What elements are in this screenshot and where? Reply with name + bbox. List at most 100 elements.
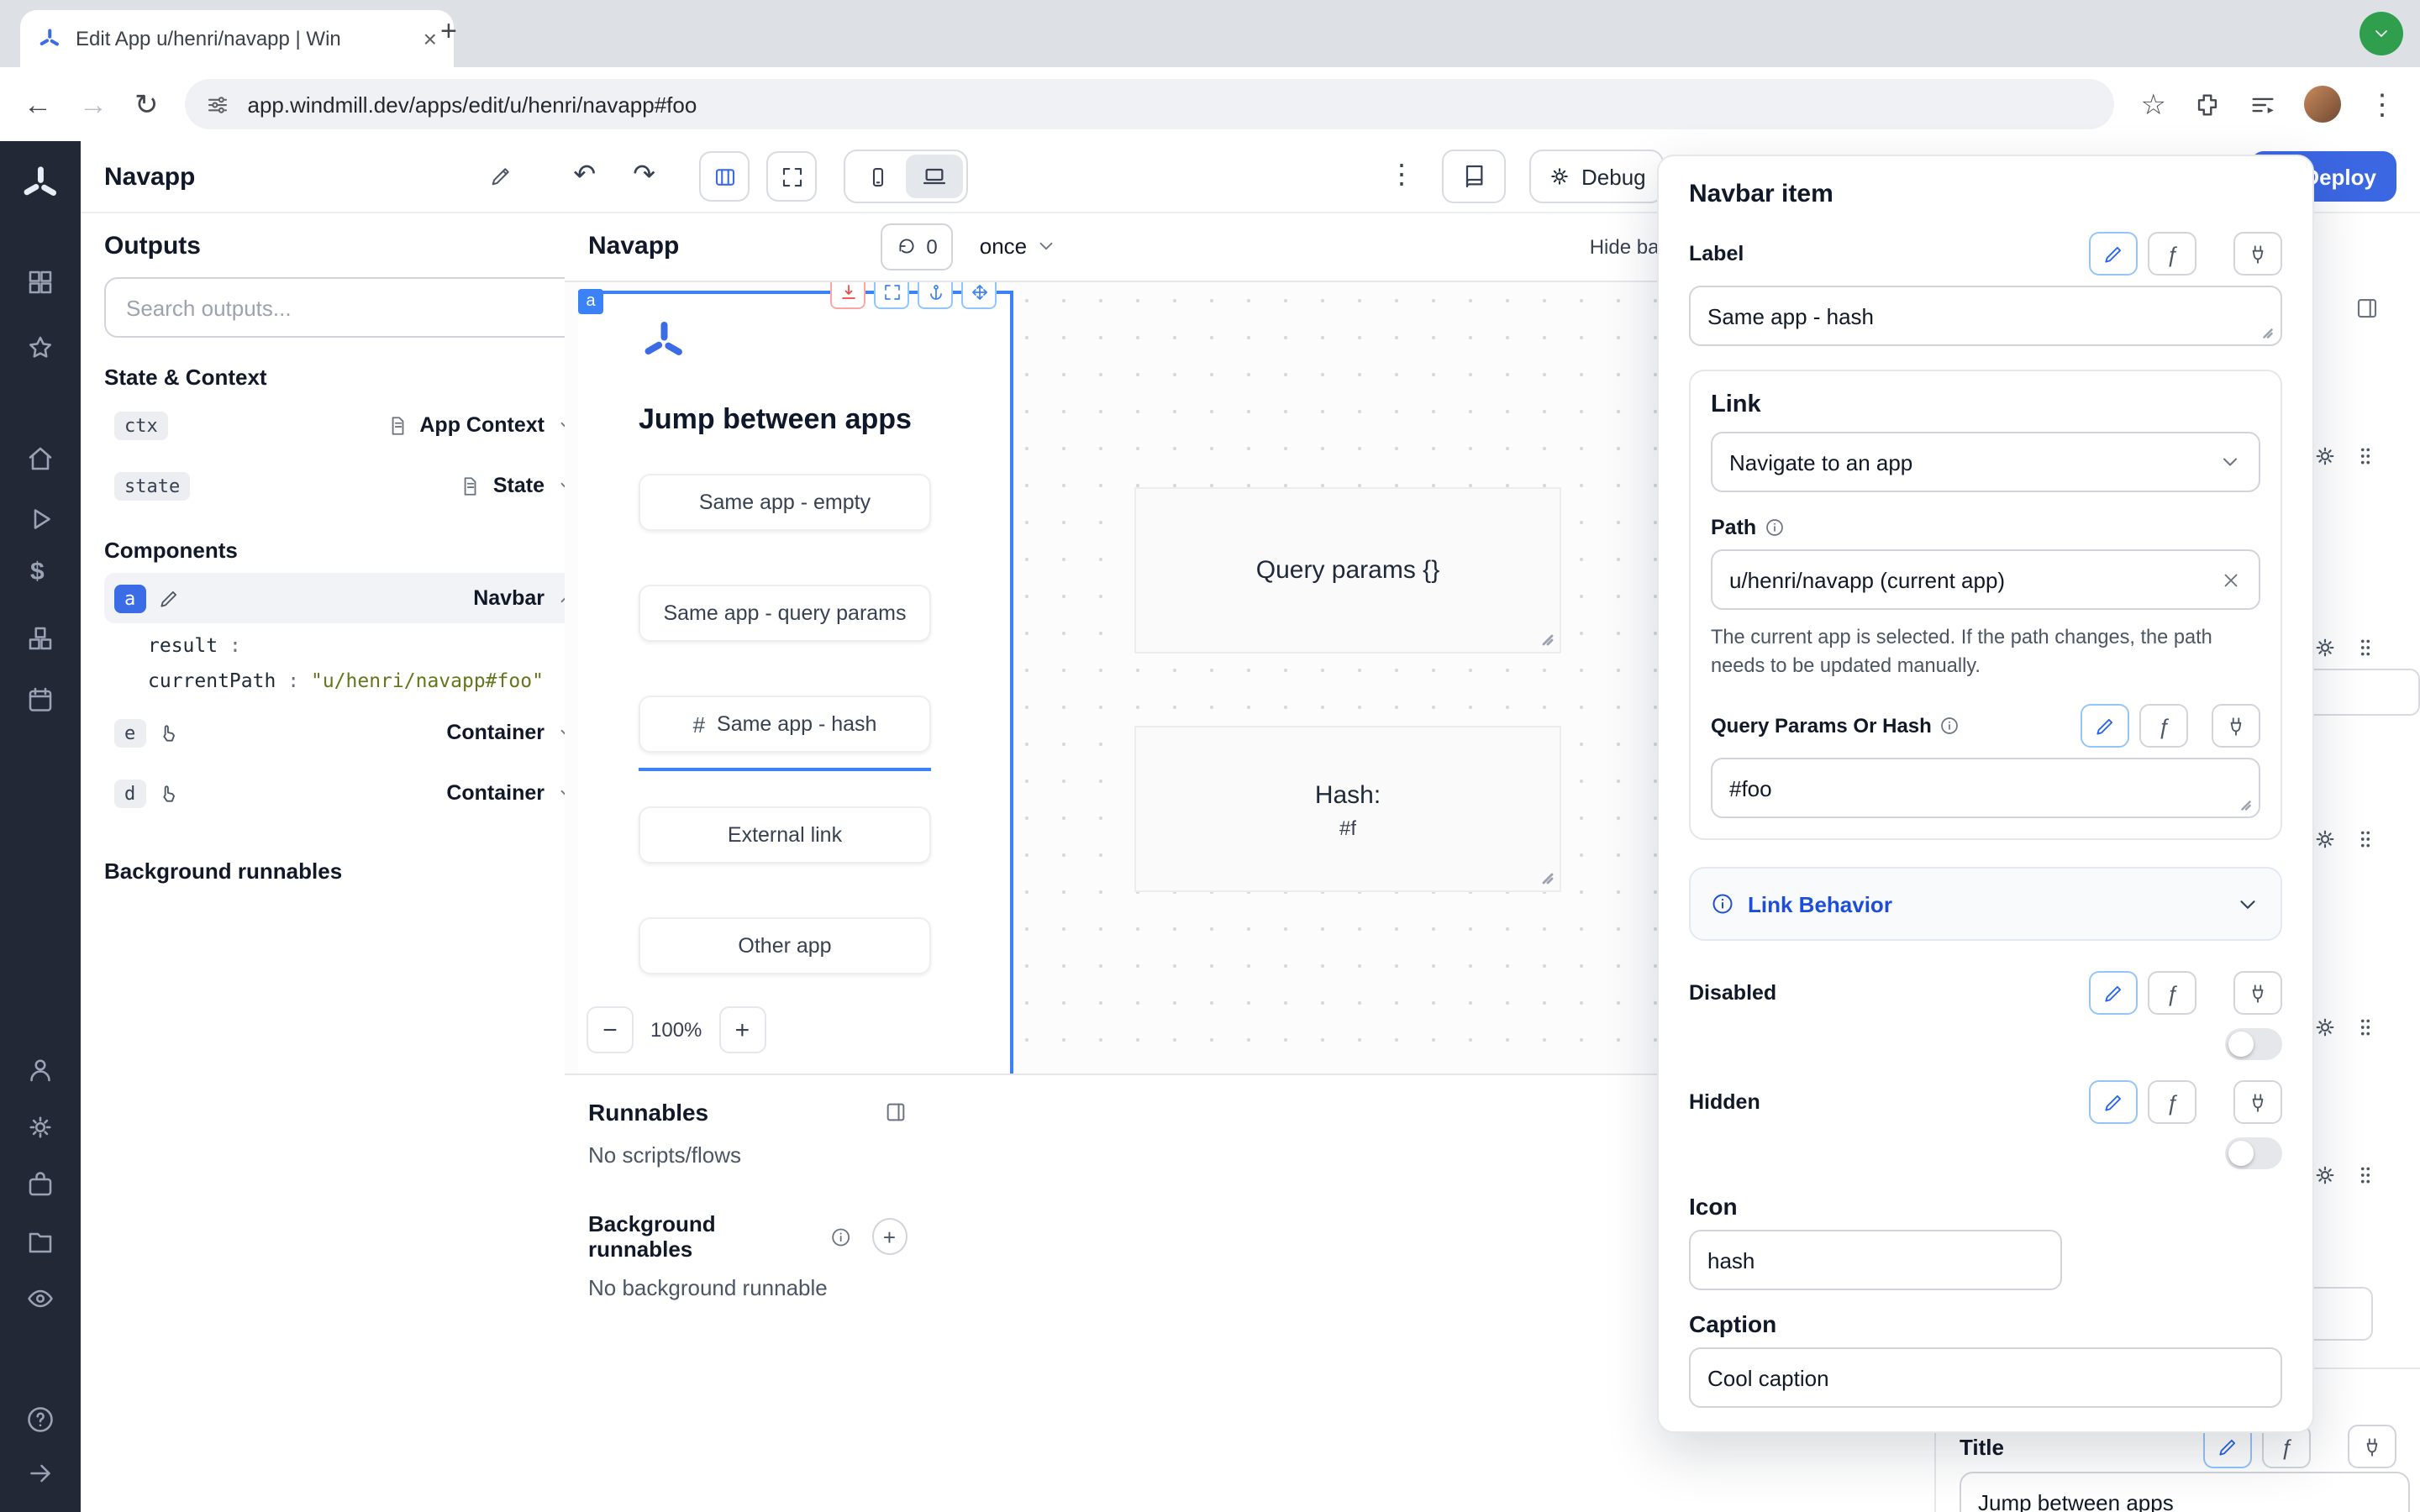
- new-tab-button[interactable]: +: [440, 15, 457, 49]
- drag-handle-icon[interactable]: [2354, 1164, 2376, 1186]
- nav-item-empty[interactable]: Same app - empty: [639, 474, 931, 531]
- url-input[interactable]: app.windmill.dev/apps/edit/u/henri/navap…: [186, 79, 2114, 129]
- favorites-star-icon[interactable]: [25, 333, 55, 363]
- settings-gear-icon[interactable]: [2312, 635, 2338, 660]
- bookmark-star-icon[interactable]: ☆: [2141, 90, 2167, 118]
- result-line[interactable]: result :: [148, 628, 588, 663]
- help-icon[interactable]: [25, 1404, 55, 1435]
- debug-button[interactable]: Debug: [1529, 150, 1665, 203]
- hidden-toggle[interactable]: [2225, 1137, 2282, 1169]
- path-input[interactable]: u/henri/navapp (current app): [1711, 549, 2260, 610]
- static-edit-button[interactable]: [2089, 1080, 2138, 1124]
- static-edit-button[interactable]: [2089, 232, 2138, 276]
- nav-item-other-app[interactable]: Other app: [639, 917, 931, 974]
- windmill-logo[interactable]: [18, 163, 62, 207]
- drag-handle-icon[interactable]: [2354, 828, 2376, 850]
- refresh-control[interactable]: 0: [881, 223, 952, 270]
- zoom-in-button[interactable]: +: [718, 1006, 765, 1053]
- home-icon[interactable]: [25, 444, 55, 474]
- connect-button[interactable]: [2233, 232, 2282, 276]
- current-path-line[interactable]: currentPath : "u/henri/navapp#foo": [148, 663, 588, 697]
- drag-handle-icon[interactable]: [2354, 1016, 2376, 1038]
- forward-button[interactable]: →: [79, 90, 108, 118]
- connect-button[interactable]: [2233, 1080, 2282, 1124]
- drag-handle-icon[interactable]: [2354, 445, 2376, 467]
- profile-avatar[interactable]: [2304, 86, 2341, 123]
- zoom-out-button[interactable]: −: [587, 1006, 634, 1053]
- static-edit-button[interactable]: [2089, 971, 2138, 1015]
- state-row[interactable]: state State: [104, 460, 588, 511]
- settings-gear-icon[interactable]: [2312, 1015, 2338, 1040]
- runs-play-icon[interactable]: [25, 504, 55, 534]
- settings-gear-icon[interactable]: [2312, 444, 2338, 469]
- run-mode-dropdown[interactable]: once: [980, 234, 1057, 259]
- link-behavior-accordion[interactable]: Link Behavior: [1689, 867, 2282, 941]
- panel-icon[interactable]: [884, 1100, 908, 1124]
- edit-name-pencil-icon[interactable]: [489, 165, 513, 188]
- hash-box[interactable]: Hash: #f: [1134, 726, 1561, 892]
- drag-handle-icon[interactable]: [2354, 637, 2376, 659]
- nav-item-external-link[interactable]: External link: [639, 806, 931, 864]
- folders-icon[interactable]: [25, 1226, 55, 1257]
- connect-button[interactable]: [2348, 1425, 2396, 1468]
- dock-button[interactable]: [830, 282, 865, 309]
- query-params-box[interactable]: Query params {}: [1134, 487, 1561, 654]
- undo-button[interactable]: ↶: [573, 163, 596, 190]
- browser-tab[interactable]: Edit App u/henri/navapp | Win ×: [20, 10, 454, 67]
- extensions-icon[interactable]: [2193, 90, 2222, 118]
- info-icon[interactable]: [1940, 716, 1960, 736]
- search-input[interactable]: [123, 293, 570, 322]
- component-row-navbar[interactable]: a Navbar: [104, 573, 588, 623]
- label-input[interactable]: Same app - hash: [1689, 286, 2282, 346]
- info-icon[interactable]: [1765, 517, 1785, 538]
- settings-gear-icon[interactable]: [2312, 827, 2338, 852]
- resources-boxes-icon[interactable]: [25, 623, 55, 654]
- setting-row-handle[interactable]: [2312, 827, 2376, 852]
- tab-close-button[interactable]: ×: [424, 27, 437, 50]
- icon-input[interactable]: hash: [1689, 1230, 2062, 1290]
- disabled-toggle[interactable]: [2225, 1028, 2282, 1060]
- static-edit-button[interactable]: [2081, 704, 2129, 748]
- reload-button[interactable]: ↻: [134, 90, 159, 118]
- setting-row-handle[interactable]: [2312, 444, 2376, 469]
- media-controls-icon[interactable]: [2249, 90, 2277, 118]
- component-row-container-e[interactable]: e Container: [104, 708, 588, 759]
- apps-grid-icon[interactable]: [25, 267, 55, 297]
- connect-button[interactable]: [2233, 971, 2282, 1015]
- expand-component-button[interactable]: [874, 282, 909, 309]
- link-type-select[interactable]: Navigate to an app: [1711, 432, 2260, 492]
- eval-button[interactable]: ƒ: [2148, 232, 2196, 276]
- query-params-input[interactable]: #foo: [1711, 758, 2260, 818]
- navbar-component[interactable]: a: [578, 291, 1010, 1074]
- eval-button[interactable]: ƒ: [2148, 1080, 2196, 1124]
- anchor-button[interactable]: [918, 282, 953, 309]
- back-button[interactable]: ←: [24, 90, 52, 118]
- settings-gear-icon[interactable]: [2312, 1163, 2338, 1188]
- component-row-container-d[interactable]: d Container: [104, 769, 588, 819]
- resize-corner-icon[interactable]: [2238, 798, 2254, 813]
- workers-briefcase-icon[interactable]: [25, 1169, 55, 1200]
- screen-share-indicator[interactable]: [2360, 12, 2403, 55]
- ctx-row[interactable]: ctx App Context: [104, 400, 588, 450]
- setting-row-handle[interactable]: [2312, 1163, 2376, 1188]
- clear-path-icon[interactable]: [2220, 569, 2242, 591]
- add-background-runnable-button[interactable]: +: [871, 1218, 908, 1255]
- eval-button[interactable]: ƒ: [2148, 971, 2196, 1015]
- resize-corner-icon[interactable]: [1539, 632, 1556, 648]
- browser-menu-icon[interactable]: ⋮: [2368, 90, 2396, 118]
- caption-input[interactable]: Cool caption: [1689, 1347, 2282, 1408]
- setting-row-handle[interactable]: [2312, 1015, 2376, 1040]
- settings-gear-icon[interactable]: [25, 1112, 55, 1142]
- audit-eye-icon[interactable]: [25, 1284, 55, 1314]
- desktop-view-button[interactable]: [906, 155, 963, 198]
- nav-item-hash[interactable]: # Same app - hash: [639, 696, 931, 753]
- eval-button[interactable]: ƒ: [2139, 704, 2188, 748]
- schedules-calendar-icon[interactable]: [25, 684, 55, 714]
- nav-item-query-params[interactable]: Same app - query params: [639, 585, 931, 642]
- resize-corner-icon[interactable]: [1539, 870, 1556, 887]
- collapse-panel-icon[interactable]: [2354, 296, 2380, 321]
- mobile-view-button[interactable]: [849, 155, 906, 198]
- redo-button[interactable]: ↷: [633, 163, 655, 190]
- variables-dollar-icon[interactable]: $: [30, 558, 45, 586]
- setting-row-handle[interactable]: [2312, 635, 2376, 660]
